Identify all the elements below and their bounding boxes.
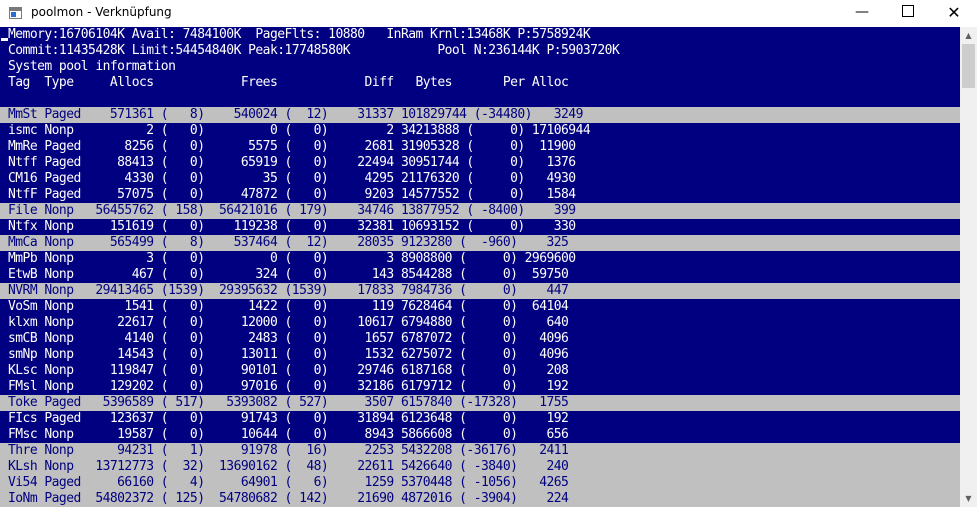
pool-row: IoNm Paged 54802372 ( 125) 54780682 ( 14… [0, 491, 960, 507]
pool-row: CM16 Paged 4330 ( 0) 35 ( 0) 4295 211763… [8, 171, 576, 186]
pool-row: KLsc Nonp 119847 ( 0) 90101 ( 0) 29746 6… [8, 363, 569, 378]
pool-row: MmSt Paged 571361 ( 8) 540024 ( 12) 3133… [0, 107, 960, 123]
pool-row: FMsl Nonp 129202 ( 0) 97016 ( 0) 32186 6… [8, 379, 569, 394]
maximize-button[interactable] [885, 0, 931, 27]
window-title: poolmon - Verknüpfung [31, 5, 172, 19]
pool-row: ismc Nonp 2 ( 0) 0 ( 0) 2 34213888 ( 0) … [8, 123, 591, 138]
console-header-line: Commit:11435428K Limit:54454840K Peak:17… [8, 43, 620, 58]
title-bar: poolmon - Verknüpfung — ✕ [0, 0, 977, 27]
pool-row: MmPb Nonp 3 ( 0) 0 ( 0) 3 8908800 ( 0) 2… [8, 251, 576, 266]
minimize-icon: — [855, 4, 869, 20]
console-app-icon[interactable] [9, 7, 22, 19]
pool-row: MmRe Paged 8256 ( 0) 5575 ( 0) 2681 3190… [8, 139, 576, 154]
console-header-line: Tag Type Allocs Frees Diff Bytes Per All… [8, 75, 569, 90]
pool-row: smNp Nonp 14543 ( 0) 13011 ( 0) 1532 627… [8, 347, 569, 362]
console-output[interactable]: Memory:16706104K Avail: 7484100K PageFlt… [0, 27, 960, 507]
close-button[interactable]: ✕ [931, 0, 977, 27]
pool-row: File Nonp 56455762 ( 158) 56421016 ( 179… [0, 203, 960, 219]
pool-row: NVRM Nonp 29413465 (1539) 29395632 (1539… [0, 283, 960, 299]
pool-row: smCB Nonp 4140 ( 0) 2483 ( 0) 1657 67870… [8, 331, 569, 346]
console-header-line: System pool information [8, 59, 176, 74]
scroll-down-arrow-icon[interactable]: ▼ [960, 490, 977, 507]
pool-row: KLsh Nonp 13712773 ( 32) 13690162 ( 48) … [0, 459, 960, 475]
pool-row: NtfF Paged 57075 ( 0) 47872 ( 0) 9203 14… [8, 187, 576, 202]
pool-row [0, 91, 960, 107]
pool-row: Toke Paged 5396589 ( 517) 5393082 ( 527)… [0, 395, 960, 411]
pool-row: klxm Nonp 22617 ( 0) 12000 ( 0) 10617 67… [8, 315, 569, 330]
pool-row: Ntff Paged 88413 ( 0) 65919 ( 0) 22494 3… [8, 155, 576, 170]
minimize-button[interactable]: — [839, 0, 885, 27]
vertical-scrollbar[interactable]: ▲ ▼ [960, 27, 977, 507]
scroll-up-arrow-icon[interactable]: ▲ [960, 27, 977, 44]
scroll-thumb[interactable] [962, 44, 975, 88]
maximize-icon [902, 5, 914, 17]
pool-row: Thre Nonp 94231 ( 1) 91978 ( 16) 2253 54… [0, 443, 960, 459]
pool-row: MmCa Nonp 565499 ( 8) 537464 ( 12) 28035… [0, 235, 960, 251]
close-icon: ✕ [947, 3, 961, 22]
pool-row: VoSm Nonp 1541 ( 0) 1422 ( 0) 119 762846… [8, 299, 569, 314]
console-header-line: Memory:16706104K Avail: 7484100K PageFlt… [8, 27, 591, 42]
pool-row: Ntfx Nonp 151619 ( 0) 119238 ( 0) 32381 … [8, 219, 576, 234]
pool-row: Vi54 Paged 66160 ( 4) 64901 ( 6) 1259 53… [0, 475, 960, 491]
pool-row: FMsc Nonp 19587 ( 0) 10644 ( 0) 8943 586… [8, 427, 569, 442]
pool-row: FIcs Paged 123637 ( 0) 91743 ( 0) 31894 … [8, 411, 569, 426]
pool-row: EtwB Nonp 467 ( 0) 324 ( 0) 143 8544288 … [8, 267, 569, 282]
